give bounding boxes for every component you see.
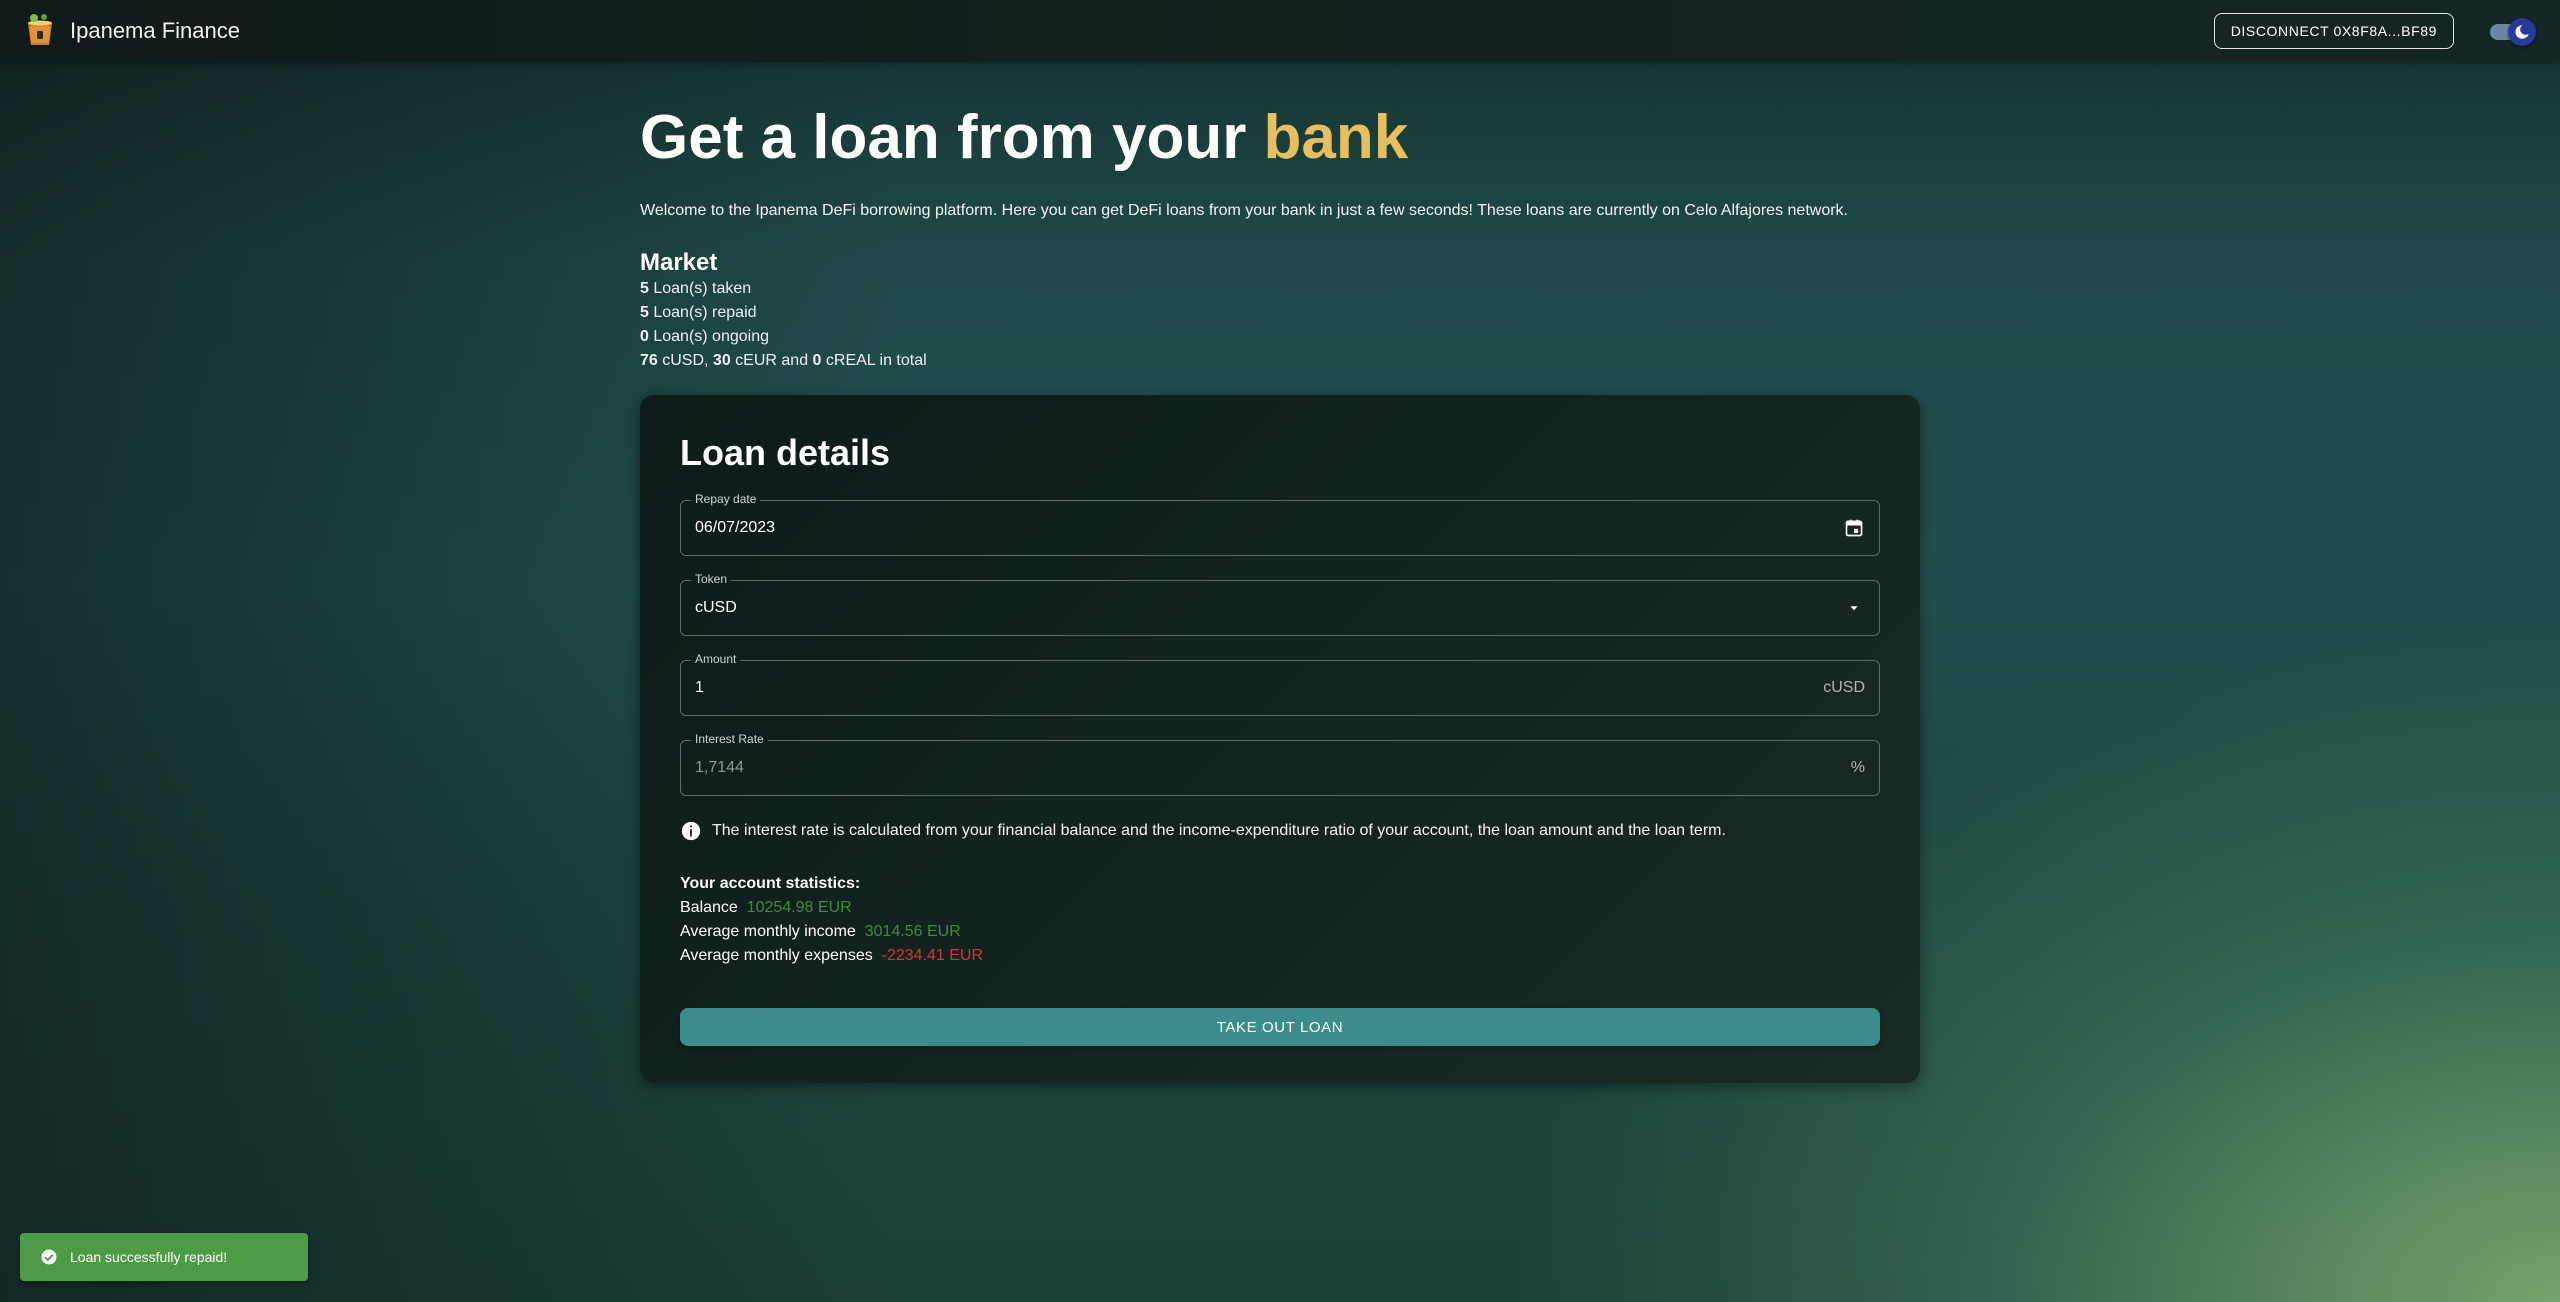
- brand-name: Ipanema Finance: [70, 18, 240, 43]
- token-value[interactable]: cUSD: [695, 599, 1843, 617]
- interest-rate-suffix: %: [1850, 759, 1865, 777]
- total-cusd: 76: [640, 351, 658, 369]
- app-header: Ipanema Finance DISCONNECT 0X8F8A...BF89: [0, 0, 2560, 62]
- market-heading: Market: [640, 249, 718, 277]
- loans-taken-count: 5: [640, 279, 649, 297]
- stat-income-label: Average monthly income: [680, 923, 856, 941]
- loans-ongoing-label: Loan(s) ongoing: [648, 327, 769, 345]
- main-content: Get a loan from your bank Welcome to the…: [640, 62, 1920, 1083]
- toast-message: Loan successfully repaid!: [70, 1249, 228, 1265]
- moon-icon: [2515, 25, 2529, 39]
- loans-ongoing-count: 0: [640, 327, 649, 345]
- amount-field[interactable]: Amount 1 cUSD: [680, 652, 1880, 717]
- amount-input[interactable]: 1: [695, 679, 1823, 697]
- stat-income-value: 3014.56 EUR: [864, 923, 961, 941]
- page-title-accent: bank: [1263, 103, 1409, 172]
- token-label: Token: [691, 572, 732, 587]
- intro-text: Welcome to the Ipanema DeFi borrowing pl…: [640, 202, 1848, 220]
- amount-label: Amount: [691, 652, 741, 667]
- amount-suffix: cUSD: [1823, 679, 1865, 697]
- repay-date-field[interactable]: Repay date 06/07/2023: [680, 492, 1880, 557]
- market-loans-repaid: 5 Loan(s) repaid: [640, 301, 1920, 325]
- loans-repaid-count: 5: [640, 303, 649, 321]
- cocktail-logo-icon: [28, 14, 52, 45]
- market-loans-taken: 5 Loan(s) taken: [640, 277, 1920, 301]
- token-select[interactable]: Token cUSD: [680, 572, 1880, 637]
- stat-expenses-label: Average monthly expenses: [680, 947, 873, 965]
- stat-balance-value: 10254.98 EUR: [746, 899, 852, 917]
- success-toast: Loan successfully repaid!: [20, 1233, 308, 1281]
- account-statistics: Your account statistics: Balance 10254.9…: [680, 872, 1880, 968]
- loans-repaid-label: Loan(s) repaid: [648, 303, 757, 321]
- page-title: Get a loan from your bank: [640, 103, 1920, 172]
- disconnect-wallet-button[interactable]: DISCONNECT 0X8F8A...BF89: [2213, 13, 2454, 49]
- interest-rate-field: Interest Rate 1,7144 %: [680, 732, 1880, 797]
- theme-toggle[interactable]: [2486, 16, 2538, 46]
- check-circle-icon: [41, 1249, 57, 1265]
- loan-details-card: Loan details Repay date 06/07/2023 Token…: [640, 394, 1920, 1083]
- interest-info-text: The interest rate is calculated from you…: [712, 822, 1726, 840]
- total-ceur: 30: [712, 351, 731, 369]
- total-creal-unit: cREAL in total: [821, 351, 927, 369]
- stat-balance-label: Balance: [680, 899, 738, 917]
- market-loans-ongoing: 0 Loan(s) ongoing: [640, 325, 1920, 349]
- repay-date-value[interactable]: 06/07/2023: [695, 519, 1843, 537]
- stat-expenses: Average monthly expenses -2234.41 EUR: [680, 944, 1880, 968]
- total-ceur-unit: cEUR and: [730, 351, 813, 369]
- interest-rate-value: 1,7144: [695, 759, 744, 777]
- loan-details-heading: Loan details: [680, 431, 891, 473]
- take-out-loan-button[interactable]: TAKE OUT LOAN: [680, 1008, 1880, 1047]
- interest-rate-label: Interest Rate: [691, 732, 768, 747]
- theme-toggle-thumb: [2508, 18, 2536, 46]
- calendar-icon[interactable]: [1843, 517, 1865, 539]
- info-icon: [681, 822, 701, 841]
- market-totals: 76 cUSD, 30 cEUR and 0 cREAL in total: [640, 349, 1920, 373]
- account-statistics-title: Your account statistics:: [680, 875, 861, 893]
- page-title-main: Get a loan from your: [640, 103, 1264, 172]
- stat-income: Average monthly income 3014.56 EUR: [680, 920, 1880, 944]
- interest-info: The interest rate is calculated from you…: [680, 820, 1880, 842]
- stat-expenses-value: -2234.41 EUR: [881, 947, 983, 965]
- repay-date-label: Repay date: [691, 492, 761, 507]
- stat-balance: Balance 10254.98 EUR: [680, 896, 1880, 920]
- market-section: Market 5 Loan(s) taken 5 Loan(s) repaid …: [640, 249, 1920, 373]
- chevron-down-icon[interactable]: [1843, 597, 1865, 619]
- total-cusd-unit: cUSD,: [657, 351, 713, 369]
- loans-taken-label: Loan(s) taken: [648, 279, 752, 297]
